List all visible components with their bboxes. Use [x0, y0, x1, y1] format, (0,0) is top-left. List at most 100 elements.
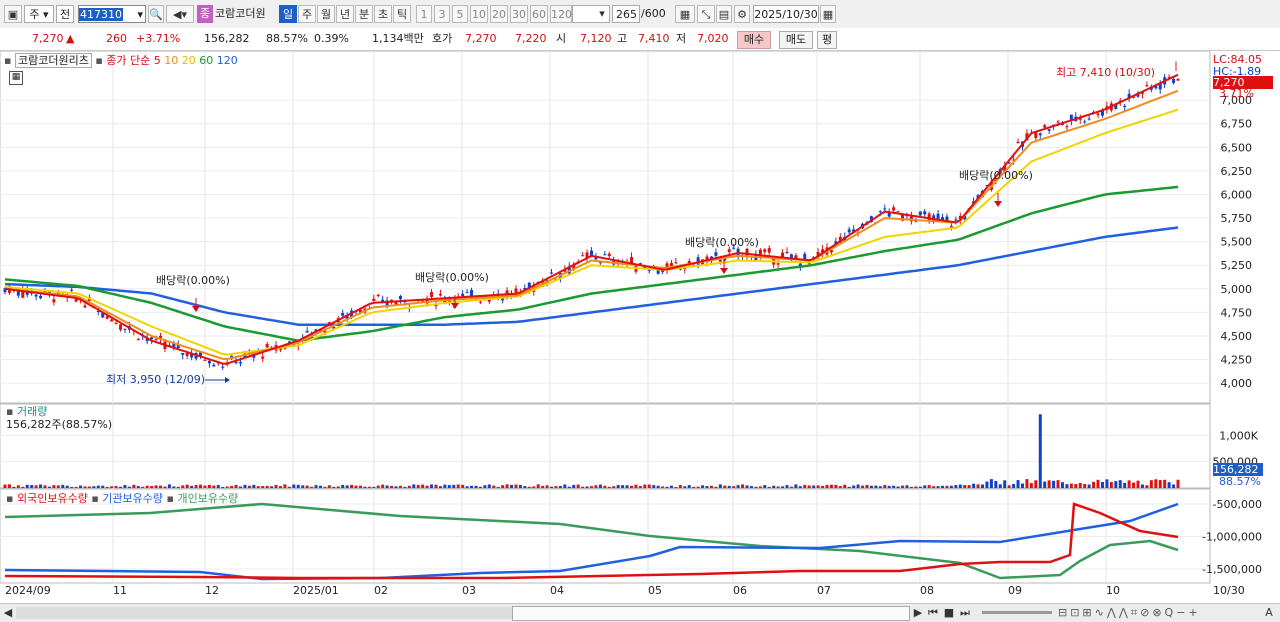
stop-icon[interactable]: ■: [942, 606, 956, 620]
period-tab[interactable]: 주: [298, 5, 316, 23]
legend-price-type[interactable]: 종가 단순: [106, 54, 150, 67]
chart-area[interactable]: 4,000 4,250 4,500 4,750 5,000 5,250 5,500 5,750…: [0, 50, 1280, 604]
volume-bar: [123, 485, 127, 488]
search-icon[interactable]: 🔍: [148, 5, 164, 23]
volume-bar: [483, 485, 487, 488]
x-axis-label: 11: [113, 584, 127, 597]
volume-bar: [1025, 479, 1029, 488]
candle: [238, 362, 242, 364]
first-page-icon[interactable]: ⏮: [926, 606, 940, 620]
bid-label: 호가: [432, 32, 453, 45]
volume-title[interactable]: 거래량: [17, 405, 47, 418]
volume-bar: [70, 486, 74, 488]
legend-ma-120[interactable]: 120: [217, 54, 238, 67]
period-tab[interactable]: 틱: [393, 5, 411, 23]
legend-ma-10[interactable]: 10: [164, 54, 178, 67]
volume-bar: [1056, 480, 1060, 488]
volume-bar: [167, 484, 171, 488]
volume-bar: [341, 484, 345, 488]
legend-institution[interactable]: 기관보유수량: [102, 492, 163, 505]
sound-icon[interactable]: ◀▾: [166, 5, 194, 23]
stock-chart-svg[interactable]: 4,000 4,250 4,500 4,750 5,000 5,250 5,500 5,750…: [0, 50, 1280, 604]
volume-bar: [314, 485, 318, 488]
volume-bar: [976, 484, 980, 488]
volume-bar: [696, 486, 700, 488]
candle: [776, 263, 780, 265]
data-table-icon[interactable]: ▦: [9, 71, 23, 85]
legend-stock-name[interactable]: 코람코더원리츠: [14, 53, 92, 68]
volume-bar: [518, 484, 522, 488]
candle: [438, 293, 442, 296]
volume-bar: [1105, 479, 1109, 488]
calendar-icon[interactable]: ▦: [820, 5, 836, 23]
legend-ma-20[interactable]: 20: [182, 54, 196, 67]
volume-bar: [981, 484, 984, 488]
volume-bar: [1158, 480, 1162, 488]
volume-bar: [225, 486, 229, 488]
scroll-right-icon[interactable]: ▶: [912, 606, 924, 620]
sell-button[interactable]: 매도: [779, 31, 813, 49]
volume-bar: [154, 485, 158, 488]
period-tab[interactable]: 분: [355, 5, 373, 23]
legend-foreign[interactable]: 외국인보유수량: [17, 492, 88, 505]
volume-bar: [12, 486, 16, 488]
buy-button[interactable]: 매수: [737, 31, 771, 49]
volume-bar: [967, 485, 971, 488]
interval-tab[interactable]: 10: [470, 5, 488, 23]
period-tab[interactable]: 일: [279, 5, 297, 23]
volume-bar: [958, 484, 962, 488]
settings-gear-icon[interactable]: ⚙: [734, 5, 750, 23]
chart-menu-icon[interactable]: ▣: [4, 5, 22, 23]
volume-bar: [96, 485, 100, 488]
scroll-track[interactable]: [16, 607, 512, 619]
interval-tab[interactable]: 120: [550, 5, 572, 23]
volume-bar: [558, 485, 562, 488]
legend-ma-5[interactable]: 5: [154, 54, 161, 67]
open-label: 시: [556, 32, 567, 45]
volume-bar: [199, 484, 202, 488]
average-button[interactable]: 평: [817, 31, 837, 49]
zoom-slider[interactable]: [982, 611, 1052, 614]
legend-individual[interactable]: 개인보유수량: [177, 492, 238, 505]
candle: [52, 299, 56, 303]
period-type-select[interactable]: 주 ▾: [24, 5, 54, 23]
interval-tab[interactable]: 60: [530, 5, 548, 23]
drawing-tools-icon[interactable]: ⊟⊡⊞∿⋀⋀⌗⊘⊗Q−+: [1058, 606, 1258, 620]
scroll-left-icon[interactable]: ◀: [2, 606, 14, 620]
interval-tab[interactable]: 3: [434, 5, 450, 23]
holdings-tick-label: -1,000,000: [1202, 531, 1262, 544]
candle: [150, 337, 154, 340]
date-input[interactable]: 2025/10/30: [753, 5, 819, 23]
interval-tab[interactable]: 30: [510, 5, 528, 23]
count-input[interactable]: 265: [612, 5, 640, 23]
volume-bar: [505, 484, 509, 488]
interval-tab[interactable]: 1: [416, 5, 432, 23]
volume-bar: [136, 486, 140, 488]
high-label: 고: [617, 32, 628, 45]
legend-ma-60[interactable]: 60: [199, 54, 213, 67]
interval-dropdown-icon[interactable]: ▾: [596, 5, 608, 23]
volume-bar: [701, 485, 705, 488]
period-tab[interactable]: 초: [374, 5, 392, 23]
period-tab[interactable]: 월: [317, 5, 335, 23]
interval-tab[interactable]: 20: [490, 5, 508, 23]
code-dropdown-icon[interactable]: ▾: [137, 6, 143, 24]
volume-bar: [763, 485, 767, 488]
indicator-icon[interactable]: ⤡: [697, 5, 715, 23]
main-legend: ▪ 코람코더원리츠 ▪ 종가 단순 5 10 20 60 120: [4, 53, 238, 68]
scroll-thumb[interactable]: [512, 606, 910, 621]
volume-bar: [30, 485, 34, 488]
code-input[interactable]: 417310 ▾: [78, 5, 146, 23]
text-tool-icon[interactable]: A: [1262, 606, 1276, 620]
volume-bar: [785, 485, 789, 488]
candle: [1056, 121, 1060, 123]
save-icon[interactable]: ▤: [716, 5, 732, 23]
stock-type-badge: 종: [197, 5, 213, 23]
last-page-icon[interactable]: ⏭: [958, 606, 972, 620]
period-tab[interactable]: 년: [336, 5, 354, 23]
volume-bar: [892, 485, 896, 488]
candle-type-icon[interactable]: ▦: [675, 5, 695, 23]
code-input-value: 417310: [79, 8, 123, 21]
interval-tab[interactable]: 5: [452, 5, 468, 23]
prev-button[interactable]: 전: [56, 5, 74, 23]
